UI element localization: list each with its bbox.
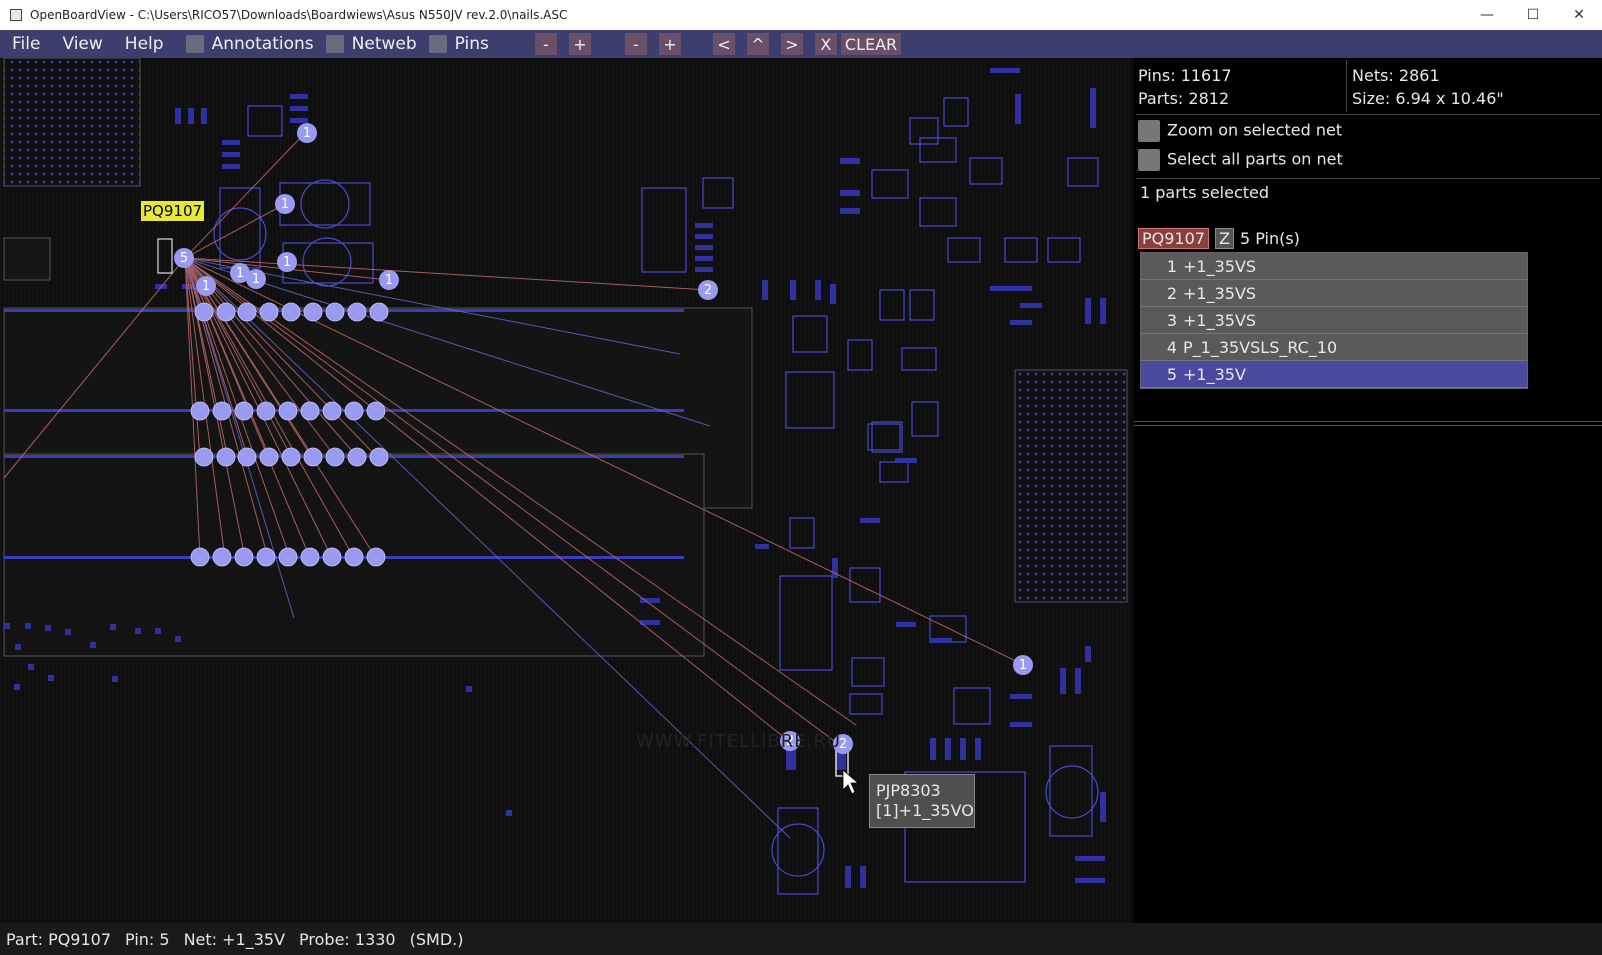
pin-marker[interactable]: 1 [275, 194, 295, 214]
clear-button[interactable]: CLEAR [840, 33, 902, 55]
status-pin: Pin: 5 [125, 929, 170, 949]
pin-row[interactable]: 4 P_1_35VSLS_RC_10 [1141, 334, 1527, 361]
prev-button[interactable]: < [712, 33, 735, 55]
part-name-badge[interactable]: PQ9107 [1138, 228, 1209, 249]
parts-count: Parts: 2812 [1138, 89, 1230, 108]
pin-marker[interactable]: 1 [297, 123, 317, 143]
pin-marker-selected[interactable]: 5 [174, 248, 194, 268]
window-title: OpenBoardView - C:\Users\RICO57\Download… [30, 8, 568, 22]
board-canvas[interactable]: 1 1 5 1 1 1 1 1 2 1 2 2 PQ9107 WWW.FITEL… [0, 58, 1130, 923]
window-controls: — ☐ ✕ [1464, 0, 1602, 30]
size-down-button[interactable]: - [624, 33, 647, 55]
nets-count: Nets: 2861 [1352, 66, 1440, 85]
minimize-icon[interactable]: — [1464, 0, 1510, 30]
menu-view[interactable]: View [50, 34, 112, 54]
part-flag-badge[interactable]: Z [1214, 228, 1234, 249]
pin-marker[interactable]: 2 [698, 280, 718, 300]
up-button[interactable]: ^ [746, 33, 769, 55]
pin-marker[interactable]: 1 [1013, 655, 1033, 675]
pin-row-selected[interactable]: 5 +1_35V [1141, 361, 1527, 388]
netweb-checkbox[interactable]: Netweb [325, 34, 417, 54]
pin-count: 5 Pin(s) [1239, 229, 1300, 248]
zoom-out-button[interactable]: - [534, 33, 557, 55]
zoom-in-button[interactable]: + [568, 33, 591, 55]
pin-marker[interactable]: 1 [246, 269, 266, 289]
annotations-checkbox[interactable]: Annotations [185, 34, 314, 54]
maximize-icon[interactable]: ☐ [1510, 0, 1556, 30]
pin-marker[interactable]: 1 [277, 252, 297, 272]
pins-checkbox[interactable]: Pins [428, 34, 489, 54]
pin-list: 1 +1_35VS 2 +1_35VS 3 +1_35VS 4 P_1_35VSLS_R… [1140, 252, 1528, 389]
pin-marker[interactable]: 1 [196, 276, 216, 296]
size-up-button[interactable]: + [658, 33, 681, 55]
selected-part-header: PQ9107 Z 5 Pin(s) [1138, 228, 1300, 249]
selected-count: 1 parts selected [1140, 183, 1270, 202]
select-all-on-net-checkbox[interactable]: Select all parts on net [1138, 149, 1343, 171]
menu-file[interactable]: File [0, 34, 50, 54]
status-part: Part: PQ9107 [6, 929, 112, 949]
hover-tooltip: PJP8303 [1]+1_35VO [869, 774, 975, 828]
menu-help[interactable]: Help [113, 34, 174, 54]
tooltip-part: PJP8303 [876, 781, 941, 800]
pins-count: Pins: 11617 [1138, 66, 1232, 85]
board-size: Size: 6.94 x 10.46" [1352, 89, 1504, 108]
status-bar: Part: PQ9107 Pin: 5 Net: +1_35V Probe: 1… [0, 923, 1602, 955]
status-net: Net: +1_35V [183, 929, 286, 949]
pin-row[interactable]: 2 +1_35VS [1141, 280, 1527, 307]
zoom-on-net-checkbox[interactable]: Zoom on selected net [1138, 120, 1342, 142]
close-icon[interactable]: ✕ [1556, 0, 1602, 30]
clear-x-button[interactable]: X [814, 33, 837, 55]
selected-part-label: PQ9107 [141, 201, 205, 221]
info-panel: Pins: 11617 Parts: 2812 Nets: 2861 Size:… [1134, 58, 1602, 923]
pin-row[interactable]: 3 +1_35VS [1141, 307, 1527, 334]
app-icon [10, 9, 22, 21]
title-bar: OpenBoardView - C:\Users\RICO57\Download… [0, 0, 1602, 30]
pin-marker[interactable]: 1 [379, 270, 399, 290]
watermark: WWW.FITELLIBRE.RU [636, 731, 842, 752]
next-button[interactable]: > [780, 33, 803, 55]
menu-bar: File View Help Annotations Netweb Pins -… [0, 30, 1602, 58]
pin-row[interactable]: 1 +1_35VS [1141, 253, 1527, 280]
tooltip-net: [1]+1_35VO [876, 801, 974, 820]
status-type: (SMD.) [409, 929, 464, 949]
status-probe: Probe: 1330 [299, 929, 396, 949]
